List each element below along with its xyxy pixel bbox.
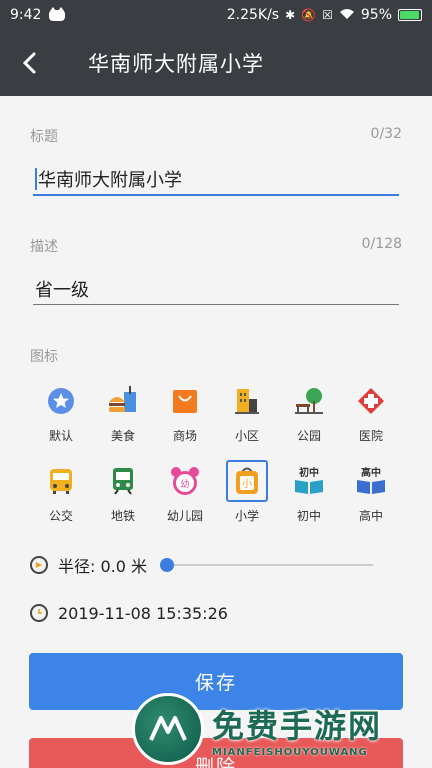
description-input[interactable]: 省一级 — [33, 273, 399, 305]
icon-option-label: 地铁 — [110, 509, 135, 523]
icon-option-label: 小学 — [234, 509, 259, 523]
icon-option-hospital[interactable]: 医院 — [340, 380, 402, 448]
icon-grid: 默认 美食 商场 小区 公园 医院 公交 地铁 幼 幼儿园 小 小学 初中 初中… — [30, 380, 402, 528]
title-counter: 0/32 — [370, 126, 402, 142]
icon-option-label: 公园 — [296, 429, 321, 443]
watermark: 免费手游网 MIANFEISHOUYOUWANG — [132, 690, 432, 768]
radius-icon — [30, 556, 48, 574]
icon-option-community[interactable]: 小区 — [216, 380, 278, 448]
page-title: 华南师大附属小学 — [88, 52, 264, 76]
bluetooth-icon: ✱ — [285, 8, 296, 22]
building-icon — [226, 380, 268, 422]
icon-option-label: 公交 — [48, 509, 73, 523]
status-bar: 9:42 2.25K/s ✱ 🔕 ☒ 95% — [0, 0, 432, 30]
senior-book-icon: 高中 — [350, 460, 392, 502]
bus-icon — [40, 460, 82, 502]
app-toolbar: 华南师大附属小学 — [0, 30, 432, 96]
icon-option-mall[interactable]: 商场 — [154, 380, 216, 448]
title-label: 标题 — [30, 129, 58, 145]
watermark-title: 免费手游网 — [212, 706, 383, 745]
icon-option-senior-high[interactable]: 高中 高中 — [340, 460, 402, 528]
svg-text:小: 小 — [242, 478, 252, 490]
text-cursor — [35, 168, 37, 190]
sim-off-icon: ☒ — [322, 8, 333, 22]
star-badge-icon — [40, 380, 82, 422]
hospital-cross-icon — [350, 380, 392, 422]
icon-option-label: 高中 — [358, 509, 383, 523]
battery-percent: 95% — [360, 7, 392, 23]
time-text: 2019-11-08 15:35:26 — [58, 603, 228, 623]
title-input[interactable]: 华南师大附属小学 — [33, 164, 399, 196]
junior-book-icon: 初中 — [288, 460, 330, 502]
svg-text:幼: 幼 — [180, 478, 189, 490]
battery-icon — [398, 9, 422, 21]
kindergarten-icon: 幼 — [164, 460, 206, 502]
senior-badge-text: 高中 — [361, 466, 381, 479]
description-label: 描述 — [30, 239, 58, 255]
icon-option-label: 初中 — [296, 509, 321, 523]
time-row[interactable]: 2019-11-08 15:35:26 — [30, 600, 228, 626]
icon-option-label: 默认 — [48, 429, 73, 443]
icon-option-bus[interactable]: 公交 — [30, 460, 92, 528]
network-speed: 2.25K/s — [226, 7, 280, 23]
icon-section-label: 图标 — [30, 349, 58, 365]
radius-slider-thumb[interactable] — [160, 558, 175, 572]
icon-option-food[interactable]: 美食 — [92, 380, 154, 448]
icon-option-label: 美食 — [110, 429, 135, 443]
icon-option-subway[interactable]: 地铁 — [92, 460, 154, 528]
watermark-subtitle: MIANFEISHOUYOUWANG — [212, 746, 368, 758]
radius-text: 半径: 0.0 米 — [58, 557, 148, 576]
icon-option-kindergarten[interactable]: 幼 幼儿园 — [154, 460, 216, 528]
radius-row: 半径: 0.0 米 — [30, 552, 402, 578]
mute-bell-icon: 🔕 — [301, 8, 317, 22]
junior-badge-text: 初中 — [299, 466, 319, 479]
icon-option-label: 小区 — [234, 429, 259, 443]
radius-slider-track — [161, 564, 374, 566]
school-bag-icon: 小 — [226, 460, 268, 502]
burger-drink-icon — [102, 380, 144, 422]
back-arrow-icon — [22, 52, 36, 74]
clock-icon — [30, 604, 48, 622]
icon-option-junior-high[interactable]: 初中 初中 — [278, 460, 340, 528]
icon-option-primary-school[interactable]: 小 小学 — [216, 460, 278, 528]
wifi-icon — [339, 8, 355, 23]
icon-option-label: 商场 — [172, 429, 197, 443]
park-tree-icon — [288, 380, 330, 422]
subway-icon — [102, 460, 144, 502]
radius-slider[interactable] — [160, 552, 374, 578]
title-input-value: 华南师大附属小学 — [38, 170, 182, 191]
back-button[interactable] — [0, 30, 60, 96]
app-notification-icon — [49, 6, 66, 21]
icon-option-label: 医院 — [358, 429, 383, 443]
shopping-bag-icon — [164, 380, 206, 422]
description-input-value: 省一级 — [35, 279, 89, 301]
icon-option-default[interactable]: 默认 — [30, 380, 92, 448]
watermark-logo-icon — [132, 693, 204, 765]
description-counter: 0/128 — [361, 236, 402, 252]
status-time: 9:42 — [10, 7, 42, 23]
icon-option-park[interactable]: 公园 — [278, 380, 340, 448]
icon-option-label: 幼儿园 — [166, 509, 203, 523]
